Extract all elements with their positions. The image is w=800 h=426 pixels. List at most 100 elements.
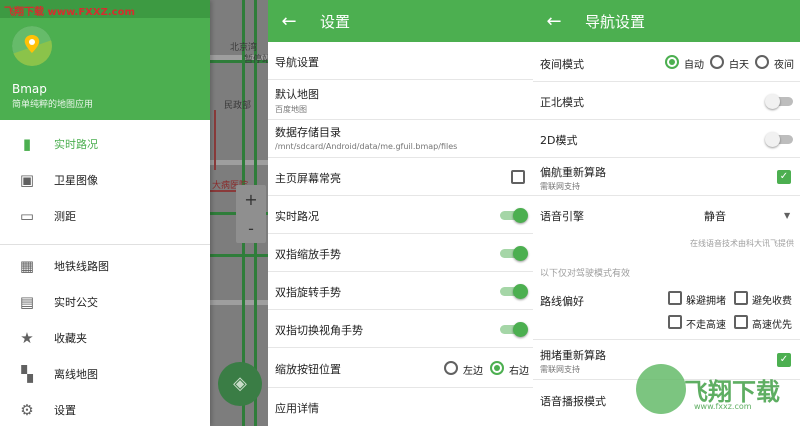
setting-traffic[interactable]: 实时路况	[268, 196, 533, 234]
drawer-header: 飞翔下载 www.FXXZ.com Bmap 简单纯粹的地图应用	[0, 0, 210, 120]
keep-screen-checkbox[interactable]	[511, 170, 525, 184]
menu-item-subway[interactable]: ▦ 地铁线路图	[0, 248, 210, 284]
setting-rotate[interactable]: 双指旋转手势	[268, 272, 533, 310]
page-title: 设置	[320, 12, 351, 31]
no-highway-checkbox[interactable]	[668, 315, 682, 329]
voice-engine-note: 在线语音技术由科大讯飞提供	[690, 239, 794, 248]
checkbox-label: 不走高速	[686, 320, 726, 331]
night-day-radio[interactable]	[710, 55, 724, 69]
radio-label: 自动	[684, 60, 704, 71]
nav-settings-toolbar: ← 导航设置	[533, 0, 800, 42]
zoom-left-radio[interactable]	[444, 361, 458, 375]
tilt-toggle[interactable]	[498, 320, 528, 338]
setting-reroute[interactable]: 偏航重新算路 需联网支持 ✓	[533, 158, 800, 196]
setting-north-up[interactable]: 正北模式	[533, 82, 800, 120]
page-title: 导航设置	[585, 12, 646, 31]
image-icon: ▣	[19, 171, 35, 189]
zoom-out-button[interactable]: -	[236, 214, 266, 243]
setting-storage-dir[interactable]: 数据存储目录 /mnt/sdcard/Android/data/me.gfuil…	[268, 120, 533, 158]
menu-item-bus[interactable]: ▤ 实时公交	[0, 284, 210, 320]
setting-label: 导航设置	[275, 56, 319, 69]
menu-item-measure[interactable]: ▭ 测距	[0, 198, 210, 234]
dropdown-arrow-icon: ▼	[784, 211, 791, 220]
subway-icon: ▦	[19, 257, 35, 275]
avoid-toll-checkbox[interactable]	[734, 291, 748, 305]
settings-screen: ← 设置 导航设置 默认地图 百度地图 数据存储目录 /mnt/sdcard/A…	[268, 0, 533, 426]
watermark-logo: 飞翔下载 www.fxxz.com	[636, 364, 800, 416]
setting-label: 缩放按钮位置	[275, 363, 341, 376]
radio-label: 白天	[729, 60, 749, 71]
menu-label: 实时路况	[54, 138, 98, 151]
setting-summary: 百度地图	[275, 105, 307, 114]
setting-voice-engine[interactable]: 语音引擎 静音 ▼ 在线语音技术由科大讯飞提供	[533, 196, 800, 252]
mode-2d-toggle[interactable]	[765, 130, 795, 148]
voice-engine-select[interactable]: 静音	[704, 208, 726, 224]
drive-mode-note: 以下仅对驾驶模式有效	[540, 269, 631, 279]
setting-label: 主页屏幕常亮	[275, 172, 341, 185]
setting-tilt[interactable]: 双指切换视角手势	[268, 310, 533, 348]
map-icon: ▚	[21, 365, 33, 383]
night-auto-radio[interactable]	[665, 55, 679, 69]
highway-first-checkbox[interactable]	[734, 315, 748, 329]
setting-label: 双指缩放手势	[275, 248, 341, 261]
zoom-right-radio[interactable]	[490, 361, 504, 375]
zoom-in-button[interactable]: +	[236, 185, 266, 214]
setting-summary: /mnt/sdcard/Android/data/me.gfuil.bmap/f…	[275, 142, 458, 151]
radio-label: 夜间	[774, 60, 794, 71]
setting-zoom-position[interactable]: 缩放按钮位置 左边 右边	[268, 348, 533, 388]
setting-label: 数据存储目录	[275, 126, 341, 139]
menu-item-settings[interactable]: ⚙ 设置	[0, 392, 210, 426]
nav-settings-screen: ← 导航设置 夜间模式 自动 白天 夜间 正北模式 2D模式 偏航重新算路 需联…	[533, 0, 800, 426]
avoid-jam-checkbox[interactable]	[668, 291, 682, 305]
setting-pinch-zoom[interactable]: 双指缩放手势	[268, 234, 533, 272]
ruler-icon: ▭	[19, 207, 35, 225]
zoom-controls: + -	[236, 185, 266, 243]
traffic-toggle[interactable]	[498, 206, 528, 224]
setting-label: 应用详情	[275, 402, 319, 415]
menu-item-offline-map[interactable]: ▚ 离线地图	[0, 356, 210, 392]
reroute-checkbox[interactable]: ✓	[777, 170, 791, 184]
setting-label: 偏航重新算路	[540, 166, 606, 179]
menu-item-favorites[interactable]: ★ 收藏夹	[0, 320, 210, 356]
radio-label: 右边	[509, 366, 529, 377]
menu-label: 卫星图像	[54, 174, 98, 187]
app-logo-icon	[12, 26, 52, 66]
back-arrow-icon[interactable]: ←	[533, 11, 575, 32]
back-arrow-icon[interactable]: ←	[268, 11, 310, 32]
app-name: Bmap	[12, 82, 47, 96]
menu-label: 收藏夹	[54, 332, 87, 345]
menu-label: 地铁线路图	[54, 260, 109, 273]
setting-summary: 需联网支持	[540, 365, 580, 374]
map-view[interactable]: 北京湾 暂停站 民政部 大病医院 + - ◈	[210, 0, 268, 426]
setting-default-map[interactable]: 默认地图 百度地图	[268, 80, 533, 120]
menu-item-satellite[interactable]: ▣ 卫星图像	[0, 162, 210, 198]
north-up-toggle[interactable]	[765, 92, 795, 110]
setting-route-preference[interactable]: 路线偏好 躲避拥堵 避免收费 不走高速 高速优先	[533, 280, 800, 340]
setting-2d-mode[interactable]: 2D模式	[533, 120, 800, 158]
navigate-fab[interactable]: ◈	[218, 362, 262, 406]
map-label: 民政部	[224, 101, 252, 111]
setting-keep-screen-on[interactable]: 主页屏幕常亮	[268, 158, 533, 196]
setting-label: 2D模式	[540, 134, 578, 147]
setting-label: 正北模式	[540, 96, 584, 109]
setting-night-mode[interactable]: 夜间模式 自动 白天 夜间	[533, 42, 800, 82]
setting-label: 双指旋转手势	[275, 286, 341, 299]
rotate-toggle[interactable]	[498, 282, 528, 300]
bus-icon: ▤	[19, 293, 35, 311]
pinch-zoom-toggle[interactable]	[498, 244, 528, 262]
night-night-radio[interactable]	[755, 55, 769, 69]
watermark-banner: 飞翔下载 www.FXXZ.com	[0, 0, 210, 18]
setting-label: 夜间模式	[540, 58, 584, 71]
checkbox-label: 高速优先	[752, 320, 792, 331]
setting-about[interactable]: 应用详情	[268, 388, 533, 426]
menu-item-traffic[interactable]: ▮ 实时路况	[0, 126, 210, 162]
navigation-icon: ◈	[233, 373, 247, 394]
setting-navigation[interactable]: 导航设置	[268, 42, 533, 80]
app-subtitle: 简单纯粹的地图应用	[12, 100, 94, 110]
star-icon: ★	[20, 329, 34, 347]
settings-toolbar: ← 设置	[268, 0, 533, 42]
setting-label: 双指切换视角手势	[275, 324, 363, 337]
menu-label: 实时公交	[54, 296, 98, 309]
menu-label: 离线地图	[54, 368, 98, 381]
setting-summary: 需联网支持	[540, 182, 580, 191]
